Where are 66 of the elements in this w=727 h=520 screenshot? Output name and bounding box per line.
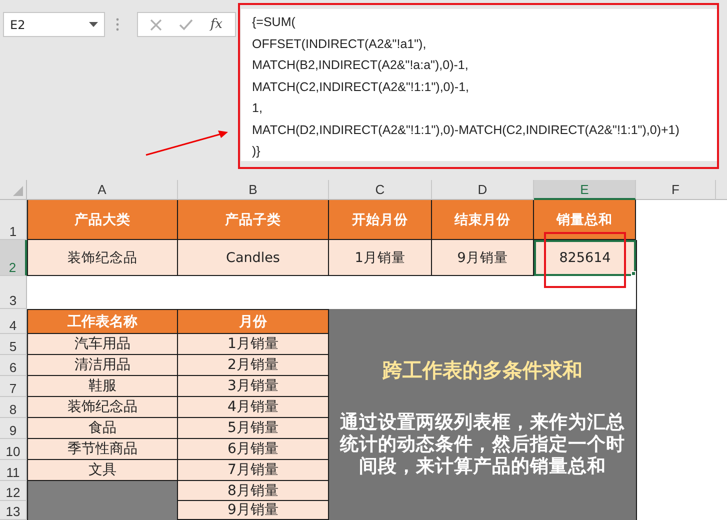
column-header[interactable]: B bbox=[178, 180, 329, 200]
row-header[interactable]: 10 bbox=[0, 439, 27, 460]
select-all-corner[interactable] bbox=[0, 180, 27, 200]
cancel-icon[interactable] bbox=[150, 18, 162, 30]
dropdown-caret-icon bbox=[89, 22, 98, 27]
table-cell: 1月销量 bbox=[178, 334, 329, 355]
insert-function-button[interactable]: fx bbox=[210, 17, 222, 32]
table-cell: 7月销量 bbox=[178, 460, 329, 481]
table-cell: 4月销量 bbox=[178, 397, 329, 418]
header-cell: 工作表名称 bbox=[27, 309, 178, 334]
header-cell: 产品子类 bbox=[178, 200, 329, 240]
table-cell: 2月销量 bbox=[178, 355, 329, 376]
formula-line: 1, bbox=[252, 100, 264, 117]
formula-field[interactable]: {=SUM( OFFSET(INDIRECT(A2&"!a1"), MATCH(B2,INDIRECT(A2&"!a:a"),0)-1, MATCH(C2,INDIRECT(A2&"!1:1"),0)-1, 1, MATCH(D2,INDIRECT(A2&"!1:1"),0)-MATCH(C2,INDIRECT(A2&"!1:1"),0)+1) )} bbox=[241, 9, 717, 161]
row-header[interactable]: 7 bbox=[0, 376, 27, 397]
table-cell: 6月销量 bbox=[178, 439, 329, 460]
table-cell: 8月销量 bbox=[178, 481, 329, 501]
table-cell: 清洁用品 bbox=[27, 355, 178, 376]
table-cell: 汽车用品 bbox=[27, 334, 178, 355]
fill-handle[interactable] bbox=[631, 271, 636, 276]
table-cell: 季节性商品 bbox=[27, 439, 178, 460]
row-header[interactable]: 11 bbox=[0, 460, 27, 481]
table-cell: 9月销量 bbox=[178, 501, 329, 520]
column-header[interactable]: F bbox=[636, 180, 716, 200]
formula-line: MATCH(D2,INDIRECT(A2&"!1:1"),0)-MATCH(C2,INDIRECT(A2&"!1:1"),0)+1) bbox=[252, 122, 680, 139]
row-header[interactable]: 3 bbox=[0, 276, 27, 309]
table-cell: 食品 bbox=[27, 418, 178, 439]
formula-line: )} bbox=[252, 143, 262, 160]
table-cell[interactable]: 825614 bbox=[534, 240, 636, 276]
formula-line: OFFSET(INDIRECT(A2&"!a1"), bbox=[252, 36, 428, 53]
column-header[interactable]: C bbox=[329, 180, 432, 200]
table-cell: 鞋服 bbox=[27, 376, 178, 397]
row-header[interactable]: 1 bbox=[0, 200, 27, 240]
table-cell: 3月销量 bbox=[178, 376, 329, 397]
row-header[interactable]: 2 bbox=[0, 240, 27, 276]
note-title: 跨工作表的多条件求和 bbox=[382, 357, 582, 384]
column-header[interactable]: D bbox=[432, 180, 534, 200]
name-box[interactable]: E2 bbox=[3, 12, 105, 37]
check-icon[interactable] bbox=[179, 18, 194, 30]
table-cell[interactable]: 1月销量 bbox=[329, 240, 432, 276]
row-header[interactable]: 4 bbox=[0, 309, 27, 334]
row-header[interactable]: 9 bbox=[0, 418, 27, 439]
table-cell: 文具 bbox=[27, 460, 178, 481]
formula-line: MATCH(B2,INDIRECT(A2&"!a:a"),0)-1, bbox=[252, 57, 470, 74]
table-cell[interactable]: 装饰纪念品 bbox=[27, 240, 178, 276]
row-header[interactable]: 12 bbox=[0, 481, 27, 501]
header-cell: 月份 bbox=[178, 309, 329, 334]
column-header[interactable]: E bbox=[534, 180, 636, 200]
column-header[interactable]: A bbox=[27, 180, 178, 200]
header-cell: 开始月份 bbox=[329, 200, 432, 240]
triangle-icon bbox=[13, 186, 23, 196]
row-header[interactable]: 8 bbox=[0, 397, 27, 418]
row-header[interactable]: 13 bbox=[0, 501, 27, 520]
row-header[interactable]: 5 bbox=[0, 334, 27, 355]
header-cell: 销量总和 bbox=[534, 200, 636, 240]
table-cell: 装饰纪念品 bbox=[27, 397, 178, 418]
table-cell: 5月销量 bbox=[178, 418, 329, 439]
formula-line: {=SUM( bbox=[252, 14, 296, 31]
note-text: 通过设置两级列表框，来作为汇总统计的动态条件，然后指定一个时间段，来计算产品的销量总和 bbox=[338, 412, 626, 478]
table-cell[interactable]: 9月销量 bbox=[432, 240, 534, 276]
header-cell: 产品大类 bbox=[27, 200, 178, 240]
formula-line: MATCH(C2,INDIRECT(A2&"!1:1"),0)-1, bbox=[252, 78, 470, 96]
row-header[interactable]: 6 bbox=[0, 355, 27, 376]
table-cell[interactable]: Candles bbox=[178, 240, 329, 276]
grip-icon bbox=[116, 18, 119, 31]
header-cell: 结束月份 bbox=[432, 200, 534, 240]
